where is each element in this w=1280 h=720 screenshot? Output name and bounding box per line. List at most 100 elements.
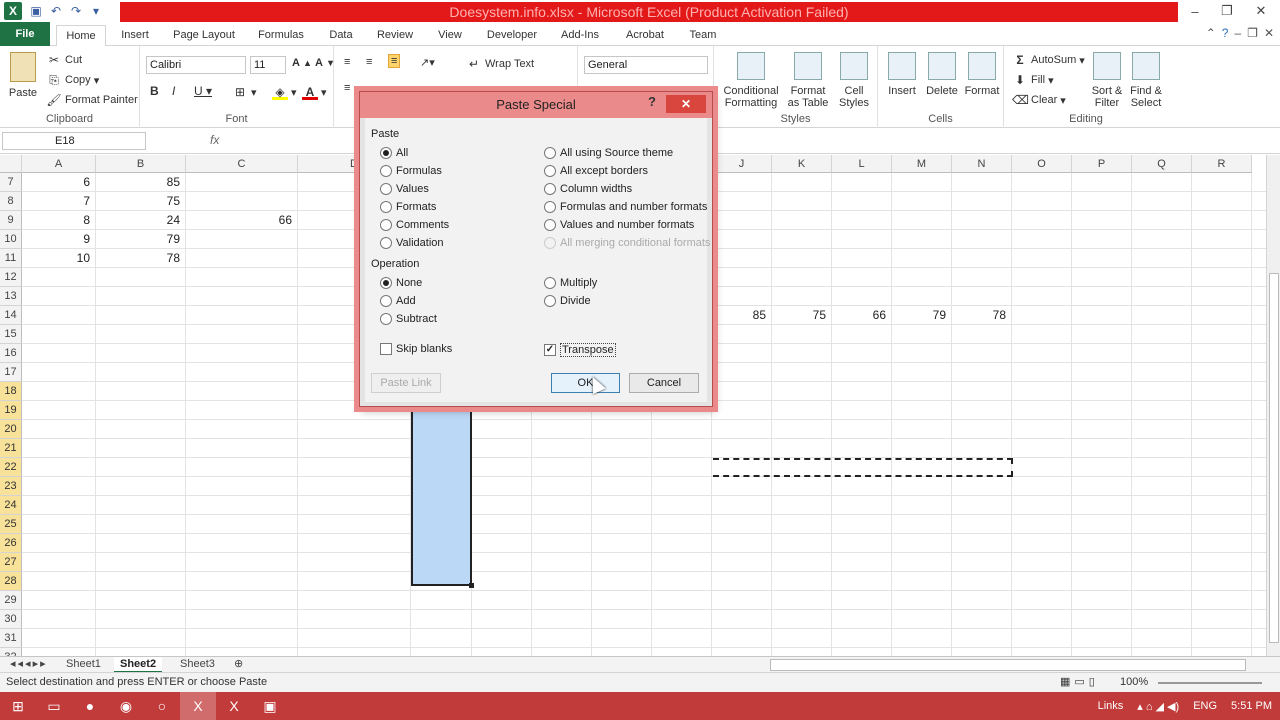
selected-range[interactable] (411, 405, 474, 588)
copy-button[interactable]: ⎘ Copy ▾ (46, 72, 99, 88)
tab-view[interactable]: View (428, 25, 472, 46)
wrap-text-button[interactable]: ↵ Wrap Text (466, 56, 534, 72)
grow-font-button[interactable]: A ▲ A ▼ (292, 57, 335, 69)
paste-option-validation[interactable]: Validation (380, 237, 444, 249)
file-explorer-icon[interactable]: ▭ (36, 692, 72, 720)
row-header-14[interactable]: 14 (0, 306, 22, 325)
paste-option-comments[interactable]: Comments (380, 219, 449, 231)
tab-add-ins[interactable]: Add-Ins (552, 25, 608, 46)
dialog-help-icon[interactable]: ? (648, 94, 656, 109)
cell-a9[interactable]: 8 (22, 211, 96, 230)
sheet-nav-arrows[interactable]: ◂◂◂▸▸ (4, 657, 54, 673)
operation-add[interactable]: Add (380, 295, 416, 307)
new-sheet-icon[interactable]: ⊕ (228, 657, 249, 673)
row-header-24[interactable]: 24 (0, 496, 22, 515)
tab-home[interactable]: Home (56, 25, 106, 47)
operation-none[interactable]: None (380, 277, 422, 289)
cell-b7[interactable]: 85 (96, 173, 186, 192)
row-header-20[interactable]: 20 (0, 420, 22, 439)
clock[interactable]: 5:51 PM (1231, 700, 1272, 712)
row-header-23[interactable]: 23 (0, 477, 22, 496)
borders-button[interactable]: ⊞ ▾ (232, 84, 257, 100)
chrome-icon[interactable]: ◉ (108, 692, 144, 720)
row-header-17[interactable]: 17 (0, 363, 22, 382)
minimize-workbook-icon[interactable]: ‒ (1234, 26, 1241, 40)
row-header-12[interactable]: 12 (0, 268, 22, 287)
paste-option-all-except-borders[interactable]: All except borders (544, 165, 648, 177)
row-header-28[interactable]: 28 (0, 572, 22, 591)
clear-button[interactable]: ⌫ Clear ▾ (1012, 92, 1066, 108)
operation-divide[interactable]: Divide (544, 295, 591, 307)
zoom-slider[interactable] (1158, 682, 1262, 684)
paste-option-values[interactable]: Values (380, 183, 429, 195)
customize-qat-icon[interactable]: ▾ (86, 1, 106, 21)
close-window-button[interactable]: ✕ (1244, 0, 1278, 22)
tab-page-layout[interactable]: Page Layout (166, 25, 242, 46)
font-size-select[interactable]: 11 (250, 56, 286, 74)
tab-review[interactable]: Review (370, 25, 420, 46)
row-header-19[interactable]: 19 (0, 401, 22, 420)
sort-filter-button[interactable]: Sort & Filter (1088, 52, 1126, 109)
row-header-10[interactable]: 10 (0, 230, 22, 249)
number-format-select[interactable]: General (584, 56, 708, 74)
horizontal-scrollbar[interactable] (770, 659, 1246, 671)
opera-icon[interactable]: ○ (144, 692, 180, 720)
save-icon[interactable]: ▣ (26, 1, 46, 21)
tab-data[interactable]: Data (320, 25, 362, 46)
format-as-table-button[interactable]: Format as Table (784, 52, 832, 109)
insert-function-icon[interactable]: fx (210, 133, 219, 147)
column-header-n[interactable]: N (952, 155, 1012, 173)
app-taskbar-icon[interactable]: ▣ (252, 692, 288, 720)
ok-button[interactable]: OK (551, 373, 620, 393)
cell-b8[interactable]: 75 (96, 192, 186, 211)
links-toolbar[interactable]: Links (1098, 700, 1124, 712)
row-header-27[interactable]: 27 (0, 553, 22, 572)
paste-option-formulas-and-number-formats[interactable]: Formulas and number formats (544, 201, 707, 213)
excel-taskbar-icon[interactable]: X (180, 692, 216, 720)
align-left-icon[interactable]: ≡ (344, 82, 350, 94)
dialog-close-button[interactable]: ✕ (666, 95, 706, 113)
sheet-tab-sheet3[interactable]: Sheet3 (174, 657, 221, 673)
cell-j14[interactable]: 85 (712, 306, 772, 325)
delete-cells-button[interactable]: Delete (922, 52, 962, 97)
insert-cells-button[interactable]: Insert (882, 52, 922, 97)
paste-option-formats[interactable]: Formats (380, 201, 436, 213)
align-bottom-icon[interactable]: ≡ (388, 54, 401, 68)
row-header-31[interactable]: 31 (0, 629, 22, 648)
tab-formulas[interactable]: Formulas (250, 25, 312, 46)
paste-button[interactable]: Paste (6, 52, 40, 99)
select-all-corner[interactable] (0, 155, 22, 173)
row-header-30[interactable]: 30 (0, 610, 22, 629)
paste-option-all-merging-conditional-formats[interactable]: All merging conditional formats (544, 237, 710, 249)
cell-a7[interactable]: 6 (22, 173, 96, 192)
restore-button[interactable]: ❐ (1210, 0, 1244, 22)
column-header-b[interactable]: B (96, 155, 186, 173)
cell-l14[interactable]: 66 (832, 306, 892, 325)
redo-icon[interactable]: ↷ (66, 1, 86, 21)
transpose-checkbox[interactable]: ✓ Transpose (544, 343, 616, 357)
column-header-a[interactable]: A (22, 155, 96, 173)
operation-subtract[interactable]: Subtract (380, 313, 437, 325)
tab-insert[interactable]: Insert (112, 25, 158, 46)
tab-acrobat[interactable]: Acrobat (616, 25, 674, 46)
row-header-9[interactable]: 9 (0, 211, 22, 230)
paste-option-values-and-number-formats[interactable]: Values and number formats (544, 219, 694, 231)
font-color-button[interactable]: A ▾ (302, 84, 327, 100)
row-header-18[interactable]: 18 (0, 382, 22, 401)
column-header-r[interactable]: R (1192, 155, 1252, 173)
row-header-32[interactable]: 32 (0, 648, 22, 656)
row-header-29[interactable]: 29 (0, 591, 22, 610)
align-middle-icon[interactable]: ≡ (366, 56, 372, 68)
fill-button[interactable]: ⬇ Fill ▾ (1012, 72, 1054, 88)
cell-b10[interactable]: 79 (96, 230, 186, 249)
cell-c9[interactable]: 66 (186, 211, 298, 230)
tray-icons[interactable]: ▴ ⌂ ◢ ◀) (1137, 700, 1179, 713)
column-header-c[interactable]: C (186, 155, 298, 173)
vertical-scroll-thumb[interactable] (1269, 273, 1279, 643)
cancel-button[interactable]: Cancel (629, 373, 699, 393)
conditional-formatting-button[interactable]: Conditional Formatting (718, 52, 784, 109)
undo-icon[interactable]: ↶ (46, 1, 66, 21)
column-header-p[interactable]: P (1072, 155, 1132, 173)
firefox-icon[interactable]: ● (72, 692, 108, 720)
cell-n14[interactable]: 78 (952, 306, 1012, 325)
